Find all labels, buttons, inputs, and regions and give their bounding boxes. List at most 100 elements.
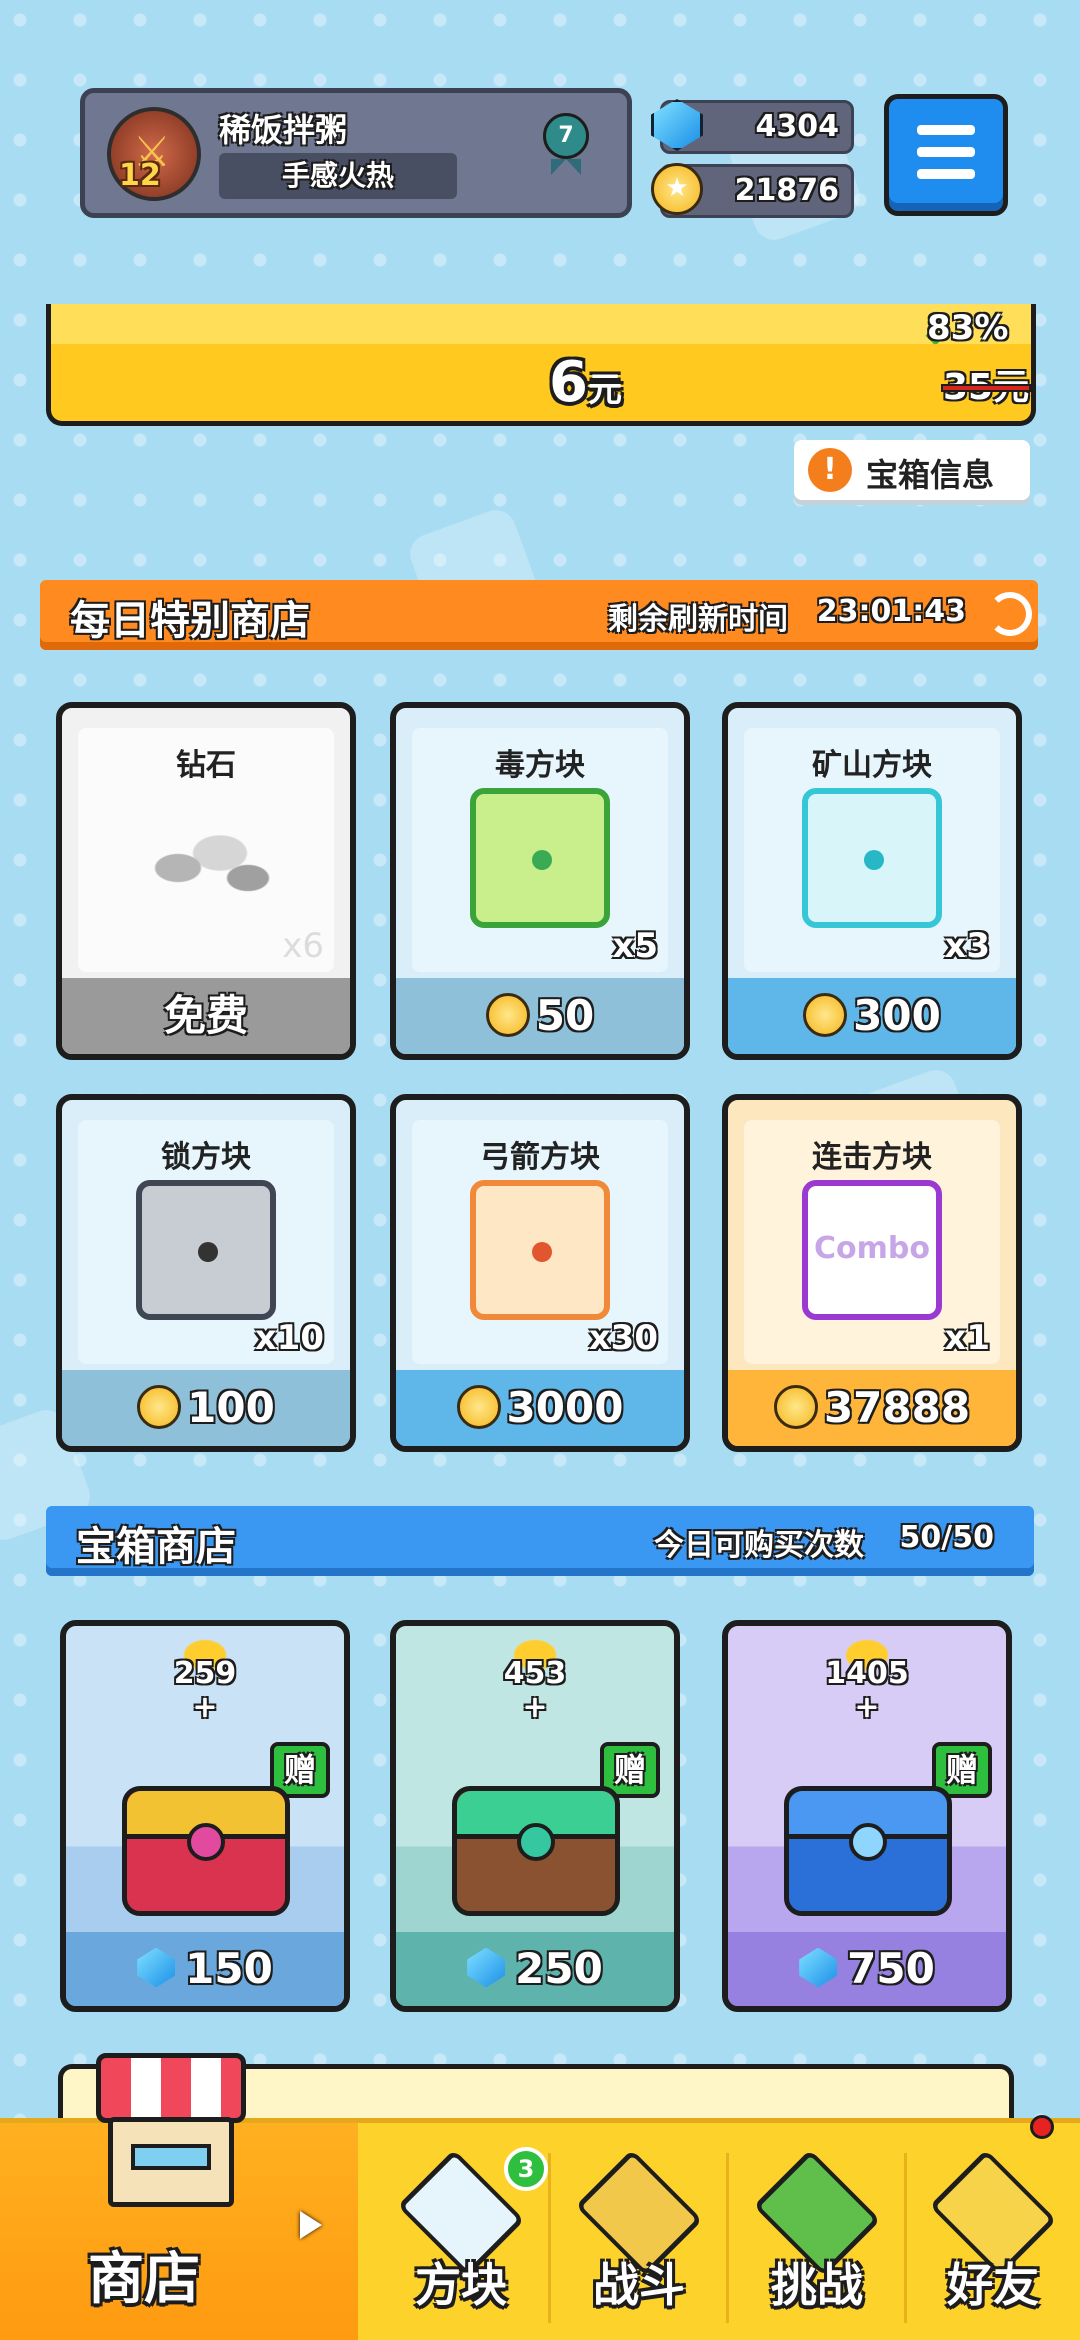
shop-icon <box>96 2053 246 2213</box>
shop-item-mine-block[interactable]: 矿山方块 x3 300 <box>722 702 1022 1060</box>
diamond-rocks-icon <box>136 788 276 928</box>
item-panel: 钻石 x6 <box>78 728 334 972</box>
daily-shop-title: 每日特别商店 <box>70 598 310 644</box>
shop-item-arrow-block[interactable]: 弓箭方块 x30 3000 <box>390 1094 690 1452</box>
item-quantity: x6 <box>282 926 324 966</box>
combo-text: Combo <box>802 1180 942 1320</box>
nav-label: 挑战 <box>771 2258 863 2312</box>
combo-block-icon: Combo <box>802 1180 942 1320</box>
chest-price-text: 250 <box>515 1944 603 1993</box>
item-price: 3000 <box>396 1370 684 1446</box>
gem-icon <box>799 1947 838 1988</box>
shop-base <box>108 2117 234 2207</box>
nav-tab-battle[interactable]: 战斗 <box>552 2123 726 2340</box>
offer-price-unit: 元 <box>587 370 622 410</box>
coin-icon <box>456 1384 501 1429</box>
plus-sign: + <box>854 1690 880 1725</box>
coin-icon-wrap: ★ <box>651 163 707 219</box>
item-name: 矿山方块 <box>812 748 932 783</box>
green-chest-icon <box>452 1786 620 1916</box>
nav-separator <box>726 2153 729 2323</box>
block-graphic <box>470 1180 610 1320</box>
chest-price: 750 <box>728 1932 1006 2006</box>
coin-counter[interactable]: ★ 21876 <box>651 163 854 218</box>
refresh-icon[interactable] <box>988 592 1032 636</box>
block-dot <box>532 850 552 870</box>
chest-shop-header: 宝箱商店 今日可购买次数 50/50 <box>46 1506 1034 1576</box>
shop-window <box>131 2144 211 2170</box>
chest-info-button[interactable]: ! 宝箱信息 <box>794 440 1030 500</box>
hamburger-icon <box>917 169 975 179</box>
item-name: 毒方块 <box>495 748 585 783</box>
player-name: 稀饭拌粥 <box>219 111 348 149</box>
nav-label: 方块 <box>415 2258 507 2312</box>
gem-counter[interactable]: 4304 <box>651 99 854 154</box>
gem-amount: 4304 <box>755 109 840 144</box>
coin-icon <box>137 1384 182 1429</box>
ribbon-tail <box>551 159 581 175</box>
item-panel: 连击方块 Combo x1 <box>744 1120 1000 1364</box>
item-name: 连击方块 <box>812 1140 932 1175</box>
plus-sign: + <box>192 1690 218 1725</box>
item-name: 锁方块 <box>161 1140 251 1175</box>
coin-icon <box>485 992 530 1037</box>
item-panel: 毒方块 x5 <box>412 728 668 972</box>
price-text: 3000 <box>506 1383 624 1432</box>
hamburger-icon <box>917 125 975 135</box>
nav-label: 战斗 <box>593 2258 685 2312</box>
item-price: 300 <box>728 978 1016 1054</box>
notification-dot <box>1030 2115 1054 2139</box>
lock-block-icon <box>136 1180 276 1320</box>
player-profile-panel[interactable]: ⚔ 12 稀饭拌粥 手感火热 7 <box>80 88 632 218</box>
chest-price-text: 750 <box>847 1944 935 1993</box>
nav-tab-blocks[interactable]: 3 方块 <box>374 2123 548 2340</box>
price-text: 免费 <box>163 991 248 1040</box>
gem-icon-wrap <box>651 99 707 155</box>
shop-item-diamond[interactable]: 钻石 x6 免费 <box>56 702 356 1060</box>
item-quantity: x1 <box>944 1318 990 1358</box>
plus-sign: + <box>522 1690 548 1725</box>
nav-tab-shop[interactable]: 商店 <box>0 2053 358 2340</box>
blue-chest-icon <box>784 1786 952 1916</box>
shop-awning <box>96 2053 246 2123</box>
rank-ribbon-icon[interactable]: 7 <box>543 113 595 187</box>
menu-button[interactable] <box>884 94 1008 216</box>
nav-separator <box>548 2153 551 2323</box>
bow-block-icon <box>470 1180 610 1320</box>
block-graphic <box>802 788 942 928</box>
chest-price: 150 <box>66 1932 344 2006</box>
player-avatar[interactable]: ⚔ 12 <box>107 107 201 201</box>
item-price: 37888 <box>728 1370 1016 1446</box>
chest-lock <box>849 1823 887 1861</box>
red-chest-icon <box>122 1786 290 1916</box>
chest-lock <box>517 1823 555 1861</box>
item-quantity: x10 <box>254 1318 324 1358</box>
item-quantity: x30 <box>588 1318 658 1358</box>
nav-tab-friends[interactable]: 好友 <box>906 2115 1080 2340</box>
coin-amount: 21876 <box>734 173 839 208</box>
mine-block-icon <box>802 788 942 928</box>
nav-label: 好友 <box>947 2258 1039 2312</box>
item-panel: 矿山方块 x3 <box>744 728 1000 972</box>
chest-offer-blue[interactable]: 1405 + 赠 750 <box>722 1620 1012 2012</box>
chest-shop-title: 宝箱商店 <box>76 1524 236 1570</box>
hamburger-icon <box>917 147 975 157</box>
item-price: 免费 <box>62 978 350 1054</box>
chest-offer-green[interactable]: 453 + 赠 250 <box>390 1620 680 2012</box>
shop-item-poison-block[interactable]: 毒方块 x5 50 <box>390 702 690 1060</box>
gem-icon <box>651 99 703 151</box>
price-text: 37888 <box>823 1383 971 1432</box>
nav-label: 商店 <box>88 2247 200 2312</box>
rocks-graphic <box>136 808 276 908</box>
nav-tab-challenge[interactable]: 挑战 <box>730 2123 904 2340</box>
chest-coin-amount: 259 <box>173 1656 237 1691</box>
rank-number: 7 <box>543 113 589 159</box>
special-offer-banner[interactable]: 6元 ↓ 83% 35元 <box>46 304 1036 426</box>
shop-item-lock-block[interactable]: 锁方块 x10 100 <box>56 1094 356 1452</box>
item-panel: 锁方块 x10 <box>78 1120 334 1364</box>
poison-block-icon <box>470 788 610 928</box>
shop-item-combo-block[interactable]: 连击方块 Combo x1 37888 <box>722 1094 1022 1452</box>
offer-price: 6元 <box>549 350 622 415</box>
chest-info-label: 宝箱信息 <box>866 456 995 494</box>
chest-offer-red[interactable]: 259 + 赠 150 <box>60 1620 350 2012</box>
